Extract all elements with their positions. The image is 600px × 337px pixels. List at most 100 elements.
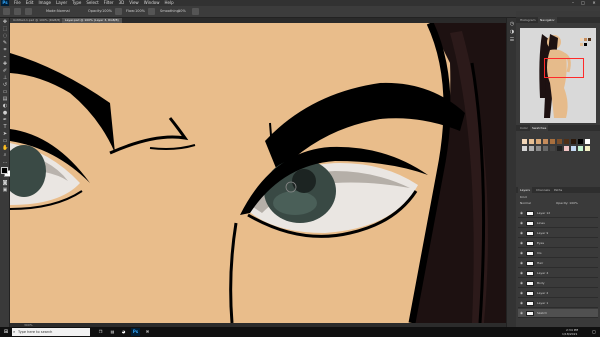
color-swatch[interactable] <box>522 146 527 151</box>
marquee-tool-icon[interactable]: ⬚ <box>2 27 8 32</box>
mode-dropdown[interactable]: Normal <box>57 9 70 13</box>
visibility-eye-icon[interactable]: ◉ <box>520 289 523 298</box>
tab-channels[interactable]: Channels <box>534 187 552 193</box>
layer-row[interactable]: ◉ Layer 2 <box>518 289 598 298</box>
visibility-eye-icon[interactable]: ◉ <box>520 219 523 228</box>
layers-opacity[interactable]: Opacity: 100% <box>556 201 578 205</box>
layer-row[interactable]: ◉ Layer 9 <box>518 229 598 238</box>
home-icon[interactable] <box>3 8 10 15</box>
layer-row[interactable]: ◉ Eyes <box>518 239 598 248</box>
path-select-icon[interactable]: ➤ <box>2 132 8 137</box>
layer-row[interactable]: ◉ Layer 12 <box>518 209 598 218</box>
adjustments-panel-icon[interactable]: ◑ <box>509 30 515 35</box>
color-swatch[interactable] <box>564 146 569 151</box>
visibility-eye-icon[interactable]: ◉ <box>520 309 523 318</box>
layer-row[interactable]: ◉ Layer 1 <box>518 299 598 308</box>
visibility-eye-icon[interactable]: ◉ <box>520 249 523 258</box>
taskbar-search-input[interactable]: ⌕ Type here to search <box>12 328 90 336</box>
tab-swatches[interactable]: Swatches <box>530 125 549 131</box>
layer-row[interactable]: ◉ Sketch <box>518 309 598 318</box>
file-explorer-icon[interactable]: ▤ <box>108 328 117 336</box>
layers-filter-kind[interactable]: Kind <box>520 195 527 199</box>
notifications-icon[interactable]: ▢ <box>590 328 598 336</box>
zoom-tool-icon[interactable]: ⌕ <box>2 153 8 158</box>
color-swatch[interactable] <box>536 139 541 144</box>
airbrush-icon[interactable] <box>148 8 155 15</box>
visibility-eye-icon[interactable]: ◉ <box>520 229 523 238</box>
mail-icon[interactable]: ✉ <box>143 328 152 336</box>
layer-row[interactable]: ◉ Hair <box>518 259 598 268</box>
color-swatch[interactable] <box>550 146 555 151</box>
eyedropper-tool-icon[interactable]: ⌁ <box>2 55 8 60</box>
crop-tool-icon[interactable]: ⌗ <box>2 48 8 53</box>
photoshop-taskbar-button[interactable]: Ps <box>131 328 140 336</box>
foreground-color-swatch[interactable] <box>1 167 8 174</box>
move-tool-icon[interactable]: ✥ <box>2 20 8 25</box>
lasso-tool-icon[interactable]: ◌ <box>2 34 8 39</box>
color-swatch[interactable] <box>543 146 548 151</box>
quick-select-tool-icon[interactable]: ✎ <box>2 41 8 46</box>
flow-field[interactable]: 100% <box>135 9 145 13</box>
brush-tool-icon[interactable] <box>14 8 21 15</box>
color-swatch[interactable] <box>550 139 555 144</box>
layers-blend-mode[interactable]: Normal <box>520 201 531 205</box>
pressure-opacity-icon[interactable] <box>115 8 122 15</box>
brush-tool-icon[interactable]: ✐ <box>2 69 8 74</box>
color-swatch[interactable] <box>585 139 590 144</box>
navigator-view-box[interactable] <box>544 58 584 78</box>
layer-row[interactable]: ◉ Layer 4 <box>518 269 598 278</box>
task-view-icon[interactable]: ❐ <box>96 328 105 336</box>
navigator-thumbnail[interactable] <box>520 28 596 123</box>
tab-color[interactable]: Color <box>518 125 530 131</box>
quick-mask-icon[interactable]: ◙ <box>2 181 8 186</box>
screen-mode-icon[interactable]: ▣ <box>2 188 8 193</box>
layer-row[interactable]: ◉ Iris <box>518 249 598 258</box>
visibility-eye-icon[interactable]: ◉ <box>520 239 523 248</box>
smoothing-field[interactable]: 10% <box>178 9 186 13</box>
windows-start-icon[interactable]: ⊞ <box>3 329 9 335</box>
tab-histogram[interactable]: Histogram <box>518 17 538 23</box>
visibility-eye-icon[interactable]: ◉ <box>520 279 523 288</box>
healing-tool-icon[interactable]: ✚ <box>2 62 8 67</box>
gradient-tool-icon[interactable]: ▤ <box>2 97 8 102</box>
opacity-field[interactable]: 100% <box>102 9 112 13</box>
visibility-eye-icon[interactable]: ◉ <box>520 299 523 308</box>
visibility-eye-icon[interactable]: ◉ <box>520 269 523 278</box>
color-swatch[interactable] <box>564 139 569 144</box>
smoothing-settings-icon[interactable] <box>192 8 199 15</box>
pen-tool-icon[interactable]: ✒ <box>2 118 8 123</box>
visibility-eye-icon[interactable]: ◉ <box>520 259 523 268</box>
document-canvas[interactable] <box>10 23 506 323</box>
eraser-tool-icon[interactable]: ▭ <box>2 90 8 95</box>
history-brush-icon[interactable]: ↺ <box>2 83 8 88</box>
color-swatch[interactable] <box>529 146 534 151</box>
shape-tool-icon[interactable]: ▭ <box>2 139 8 144</box>
edge-icon[interactable]: ◕ <box>119 328 128 336</box>
stamp-tool-icon[interactable]: ⊥ <box>2 76 8 81</box>
color-swatch[interactable] <box>557 146 562 151</box>
color-swatch[interactable] <box>557 139 562 144</box>
tab-navigator[interactable]: Navigator <box>538 17 557 23</box>
color-swatch[interactable] <box>536 146 541 151</box>
more-tools-icon[interactable]: … <box>2 160 8 165</box>
color-swatch[interactable] <box>578 146 583 151</box>
history-panel-icon[interactable]: ◷ <box>509 22 515 27</box>
dodge-tool-icon[interactable]: ● <box>2 111 8 116</box>
type-tool-icon[interactable]: T <box>2 125 8 130</box>
color-swatch[interactable] <box>585 146 590 151</box>
color-swatch[interactable] <box>571 146 576 151</box>
blur-tool-icon[interactable]: ◐ <box>2 104 8 109</box>
tab-paths[interactable]: Paths <box>552 187 564 193</box>
layer-row[interactable]: ◉ Lines <box>518 219 598 228</box>
hand-tool-icon[interactable]: ✋ <box>2 146 8 151</box>
color-swatch[interactable] <box>571 139 576 144</box>
taskbar-date[interactable]: 1/18/2021 <box>562 332 577 336</box>
visibility-eye-icon[interactable]: ◉ <box>520 209 523 218</box>
color-swatch[interactable] <box>543 139 548 144</box>
tab-layers[interactable]: Layers <box>518 187 532 193</box>
color-swatch[interactable] <box>529 139 534 144</box>
color-swatch[interactable] <box>578 139 583 144</box>
properties-panel-icon[interactable]: ☰ <box>509 38 515 43</box>
color-swatch[interactable] <box>522 139 527 144</box>
layer-row[interactable]: ◉ Body <box>518 279 598 288</box>
